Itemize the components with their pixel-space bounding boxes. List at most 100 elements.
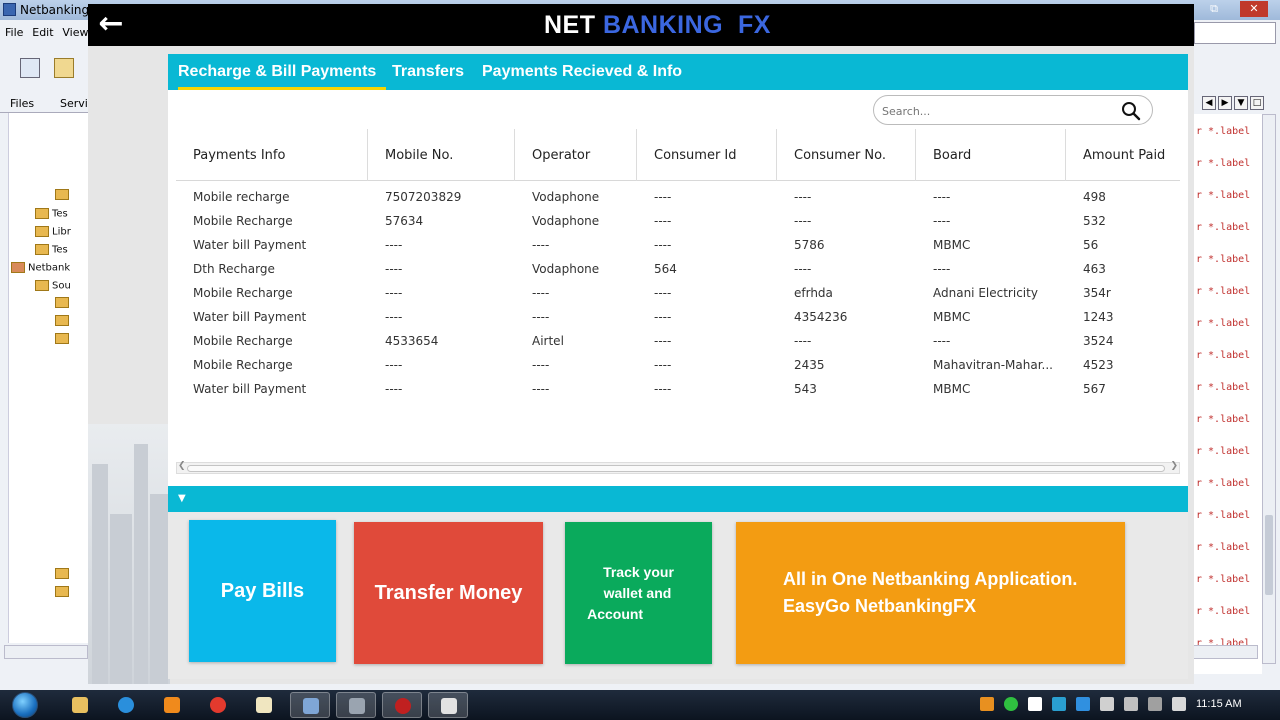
table-cell: Mobile Recharge xyxy=(193,286,293,300)
table-row[interactable]: Water bill Payment ---- ---- ---- 4354236 MBM… xyxy=(176,305,1180,329)
tree-node[interactable] xyxy=(55,315,72,331)
tab-recharge-bill-payments[interactable]: Recharge & Bill Payments xyxy=(178,54,387,90)
volume-icon[interactable] xyxy=(1172,697,1186,711)
table-cell: Mahavitran-Mahar... xyxy=(933,358,1053,372)
code-editor[interactable]: r *.label r *.label r *.label r *.label … xyxy=(1194,114,1262,674)
tile-line: All in One Netbanking Application. xyxy=(783,569,1078,589)
new-file-icon[interactable] xyxy=(20,58,40,78)
table-cell: ---- xyxy=(794,190,812,204)
tree-node[interactable] xyxy=(55,333,72,349)
new-project-icon[interactable] xyxy=(54,58,74,78)
tray-icon[interactable] xyxy=(980,697,994,711)
track-wallet-tile[interactable]: Track your wallet and Account xyxy=(565,522,712,664)
tray-icon[interactable] xyxy=(1076,697,1090,711)
editor-scrollbar[interactable] xyxy=(1262,114,1276,664)
recorder-task[interactable] xyxy=(382,692,422,718)
left-arrow-icon[interactable]: ← xyxy=(94,9,128,40)
database-task[interactable] xyxy=(336,692,376,718)
code-line: r *.label xyxy=(1196,574,1251,585)
tab-transfers[interactable]: Transfers xyxy=(392,54,464,90)
java-app-task[interactable] xyxy=(428,692,468,718)
notepad-task[interactable] xyxy=(244,692,284,718)
tray-icon[interactable] xyxy=(1004,697,1018,711)
table-row[interactable]: Mobile Recharge 4533654 Airtel ---- ---- ----… xyxy=(176,329,1180,353)
tile-line: EasyGo NetbankingFX xyxy=(783,596,977,616)
tree-node[interactable] xyxy=(55,297,72,313)
menu-view[interactable]: View xyxy=(57,22,88,39)
tree-node[interactable] xyxy=(55,586,72,602)
table-cell: ---- xyxy=(532,238,550,252)
column-header[interactable]: Amount Paid xyxy=(1066,129,1180,181)
column-header[interactable]: Board xyxy=(916,129,1066,181)
tray-icon[interactable] xyxy=(1124,697,1138,711)
tray-icon[interactable] xyxy=(1028,697,1042,711)
table-cell: ---- xyxy=(794,262,812,276)
next-icon[interactable]: ▶ xyxy=(1218,96,1232,110)
chrome-task[interactable] xyxy=(198,692,238,718)
tree-node[interactable]: Sou xyxy=(35,280,71,296)
editor-hscrollbar[interactable] xyxy=(1192,645,1258,659)
tree-node[interactable] xyxy=(55,189,72,205)
folder-icon xyxy=(72,697,88,713)
tree-node[interactable] xyxy=(55,568,72,584)
table-cell: 4533654 xyxy=(385,334,439,348)
tree-node[interactable]: Tes xyxy=(35,244,68,260)
media-player-task[interactable] xyxy=(152,692,192,718)
code-line: r *.label xyxy=(1196,350,1251,361)
ie-task[interactable] xyxy=(106,692,146,718)
close-button[interactable]: ✕ xyxy=(1240,1,1268,17)
table-cell: ---- xyxy=(654,238,672,252)
network-icon[interactable] xyxy=(1148,697,1162,711)
table-cell: Mobile Recharge xyxy=(193,214,293,228)
tray-icon[interactable] xyxy=(1100,697,1114,711)
all-in-one-tile[interactable]: All in One Netbanking Application. EasyG… xyxy=(736,522,1125,664)
table-scrollbar[interactable]: ❮ ❯ xyxy=(176,461,1180,474)
column-header[interactable]: Operator xyxy=(515,129,637,181)
dropdown-icon[interactable]: ▼ xyxy=(1234,96,1248,110)
menu-edit[interactable]: Edit xyxy=(27,22,53,39)
database-icon xyxy=(349,698,365,714)
tree-node[interactable]: Tes xyxy=(35,208,68,224)
collapse-triangle-icon[interactable]: ▼ xyxy=(178,493,190,505)
table-cell: Dth Recharge xyxy=(193,262,275,276)
tab-payments-received-info[interactable]: Payments Recieved & Info xyxy=(482,54,682,90)
table-cell: 56 xyxy=(1083,238,1099,252)
restore-button[interactable]: ⧉ xyxy=(1200,1,1228,17)
column-header[interactable]: Payments Info xyxy=(176,129,368,181)
column-header[interactable]: Consumer Id xyxy=(637,129,777,181)
code-line: r *.label xyxy=(1196,446,1251,457)
table-cell: 532 xyxy=(1083,214,1106,228)
maximize-icon[interactable]: □ xyxy=(1250,96,1264,110)
search-icon[interactable] xyxy=(1120,100,1142,122)
column-header[interactable]: Mobile No. xyxy=(368,129,515,181)
table-cell: Water bill Payment xyxy=(193,382,307,396)
tree-node[interactable]: Libr xyxy=(35,226,71,242)
transfer-money-tile[interactable]: Transfer Money xyxy=(354,522,543,664)
explorer-task[interactable] xyxy=(60,692,100,718)
column-header[interactable]: Consumer No. xyxy=(777,129,916,181)
tab-files[interactable]: Files xyxy=(10,97,34,110)
table-row[interactable]: Water bill Payment ---- ---- ---- 5786 MBMC 56 xyxy=(176,233,1180,257)
menu-file[interactable]: File xyxy=(0,22,23,39)
tray-icon[interactable] xyxy=(1052,697,1066,711)
search-input[interactable] xyxy=(882,102,1112,120)
table-row[interactable]: Mobile Recharge ---- ---- ---- 2435 Mahavitra… xyxy=(176,353,1180,377)
payments-table: Payments Info Mobile No. Operator Consum… xyxy=(176,129,1180,479)
table-row[interactable]: Mobile Recharge 57634 Vodaphone ---- ---- ---… xyxy=(176,209,1180,233)
table-row[interactable]: Water bill Payment ---- ---- ---- 543 MBMC 567 xyxy=(176,377,1180,401)
prev-icon[interactable]: ◀ xyxy=(1202,96,1216,110)
clock[interactable]: 11:15 AM xyxy=(1196,698,1242,710)
start-button[interactable] xyxy=(6,690,46,720)
editor-nav-toolbar: ◀ ▶ ▼ □ xyxy=(1202,94,1278,112)
ide-menubar: File Edit View xyxy=(0,22,90,44)
table-row[interactable]: Mobile recharge 7507203829 Vodaphone ---- --… xyxy=(176,185,1180,209)
tile-line: wallet and xyxy=(603,584,672,601)
tree-node[interactable]: Netbank xyxy=(11,262,70,278)
virtualbox-task[interactable] xyxy=(290,692,330,718)
tree-scrollbar[interactable] xyxy=(4,645,88,659)
code-line: r *.label xyxy=(1196,606,1251,617)
ide-search-field[interactable] xyxy=(1194,22,1276,44)
pay-bills-tile[interactable]: Pay Bills xyxy=(189,520,336,662)
table-row[interactable]: Dth Recharge ---- Vodaphone 564 ---- ---- 463 xyxy=(176,257,1180,281)
table-row[interactable]: Mobile Recharge ---- ---- ---- efrhda Adnani … xyxy=(176,281,1180,305)
